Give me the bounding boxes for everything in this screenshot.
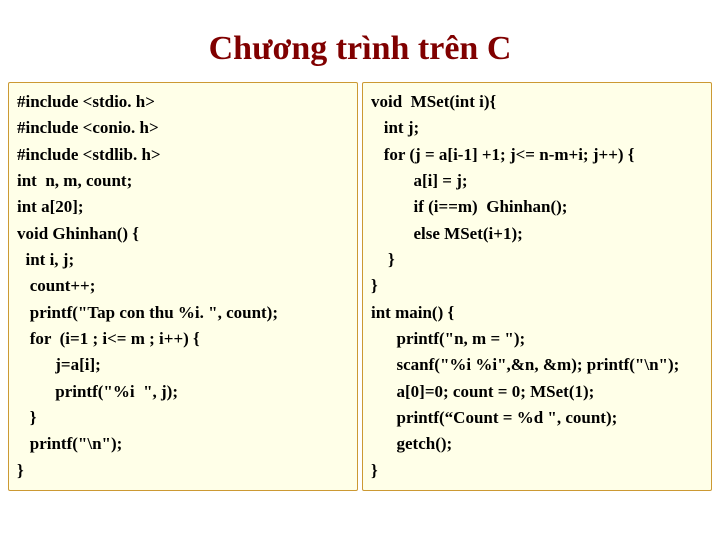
slide: Chương trình trên C #include <stdio. h> … <box>0 0 720 540</box>
code-right: void MSet(int i){ int j; for (j = a[i-1]… <box>362 82 712 491</box>
slide-title: Chương trình trên C <box>0 0 720 82</box>
code-left: #include <stdio. h> #include <conio. h> … <box>8 82 358 491</box>
code-columns: #include <stdio. h> #include <conio. h> … <box>0 82 720 491</box>
